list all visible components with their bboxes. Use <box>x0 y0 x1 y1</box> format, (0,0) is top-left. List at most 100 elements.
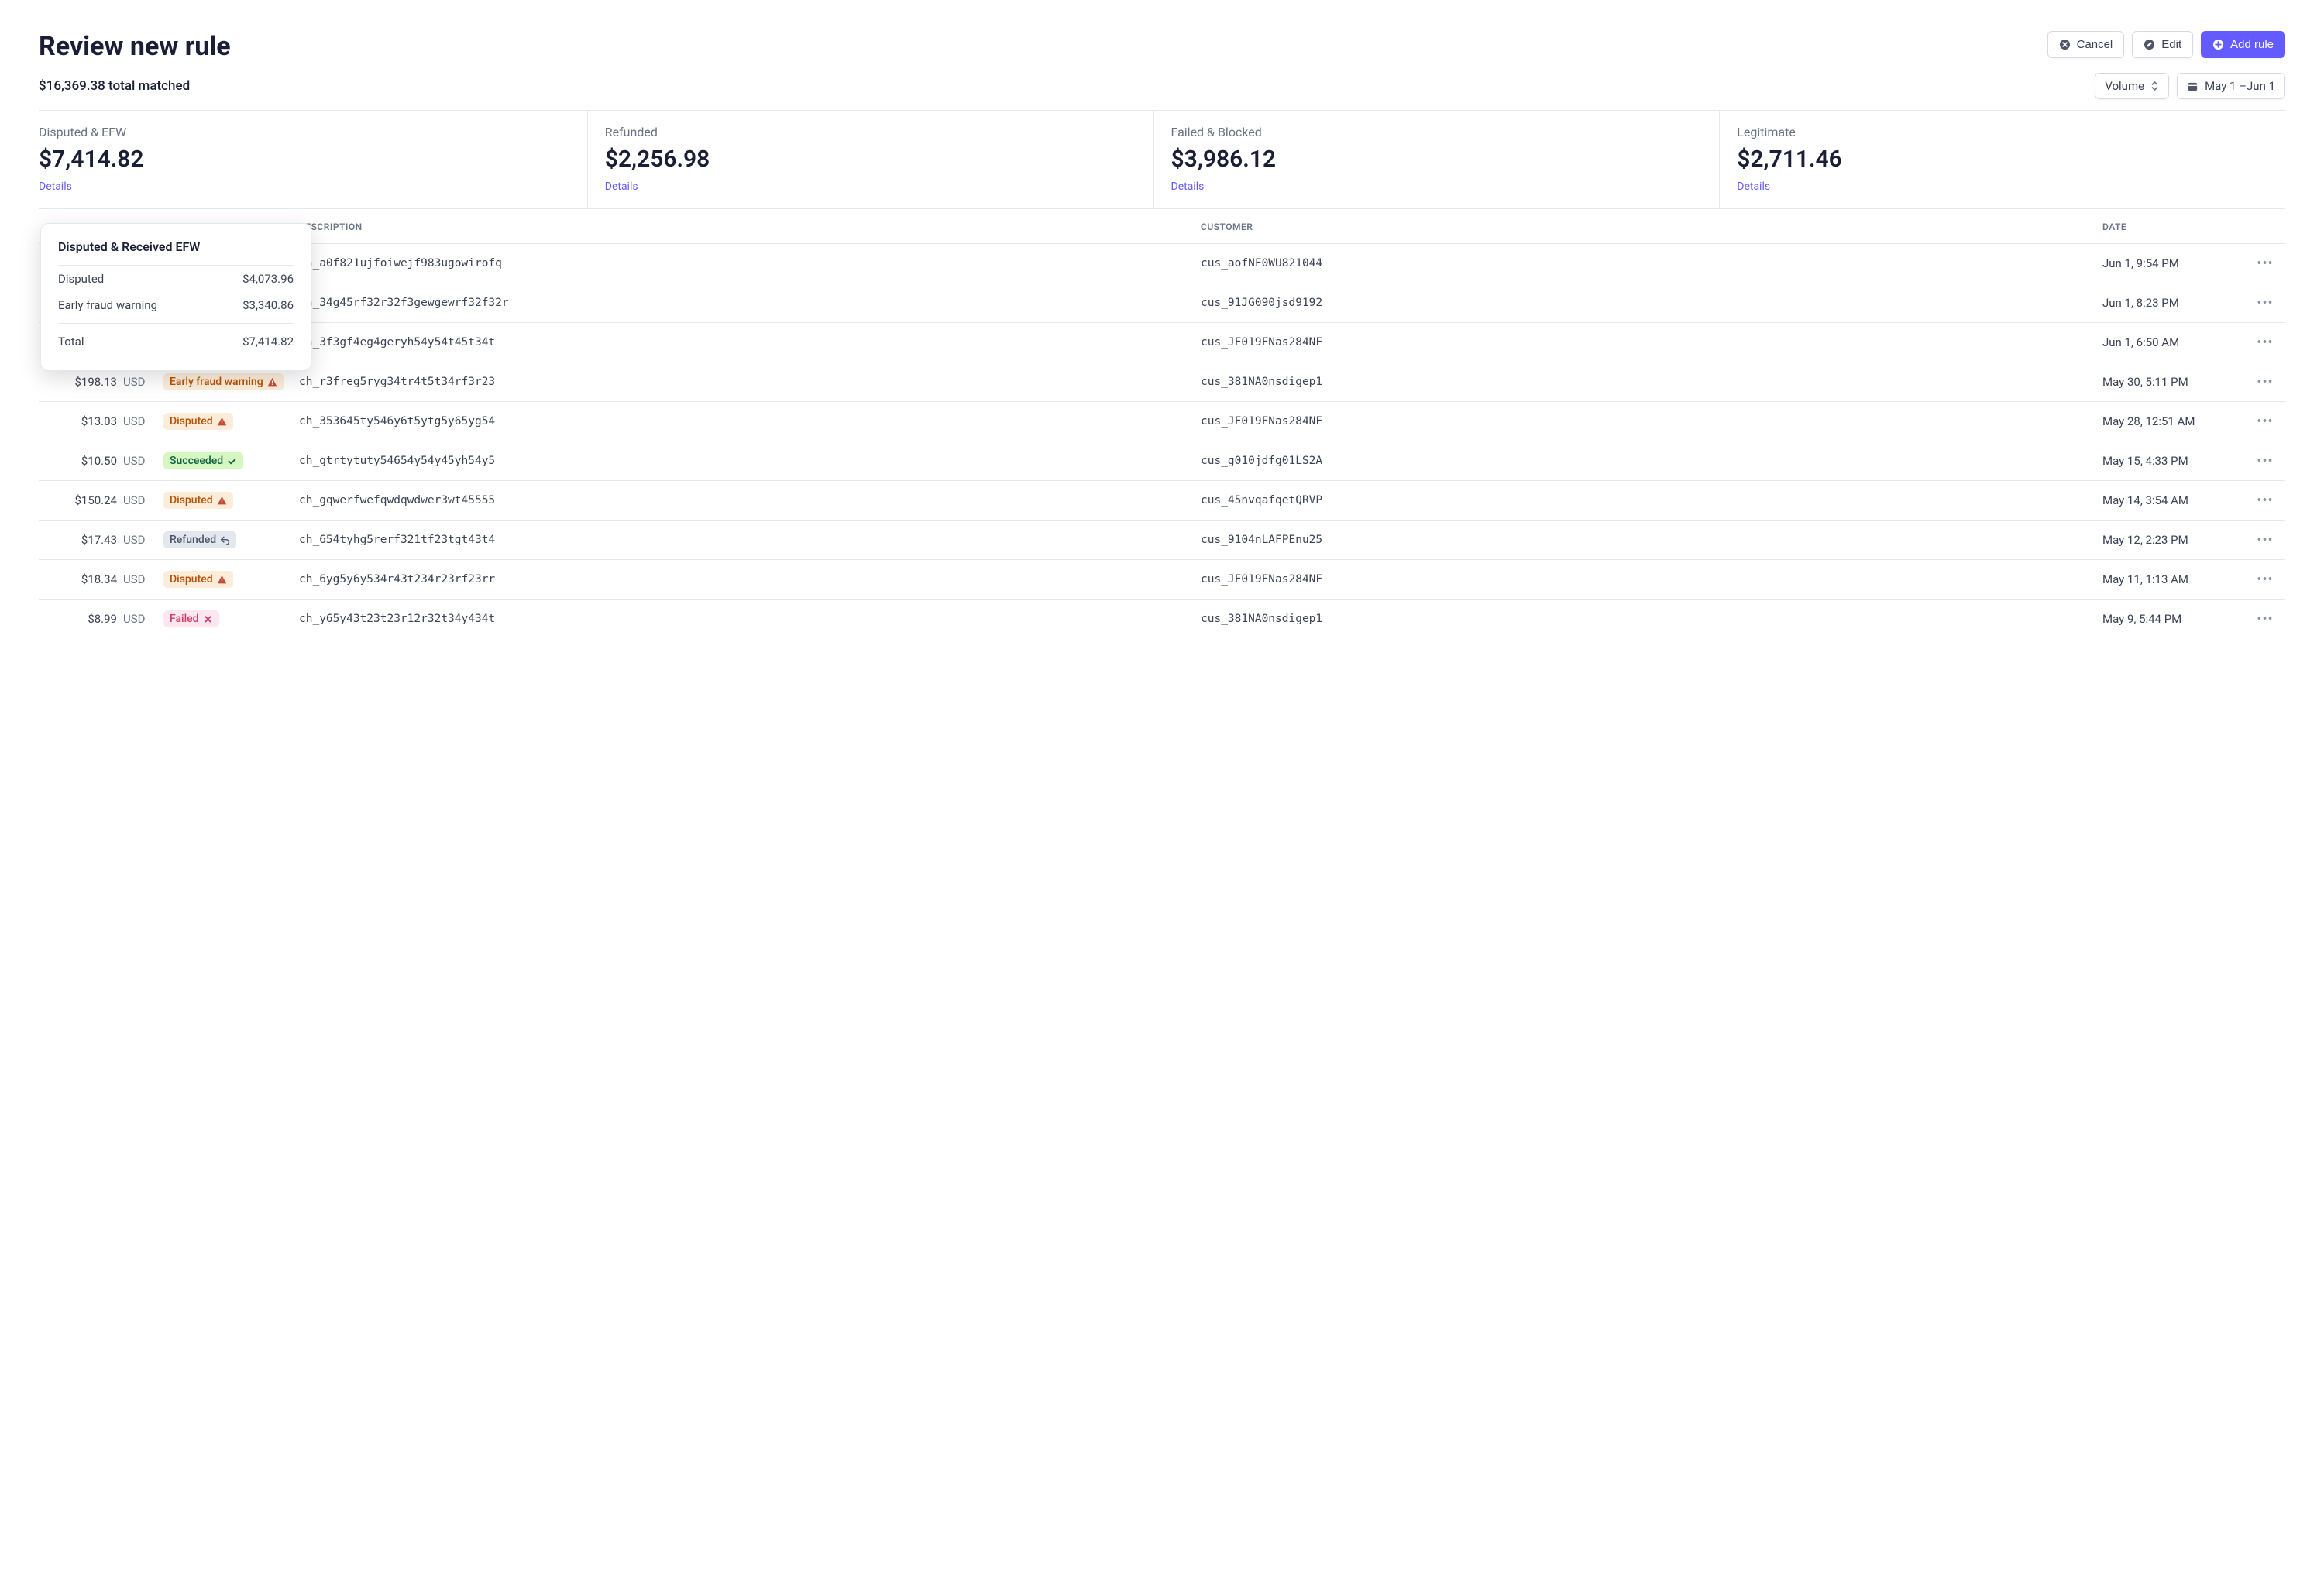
col-customer: CUSTOMER <box>1201 222 2102 232</box>
edit-label: Edit <box>2161 38 2181 51</box>
add-rule-button[interactable]: Add rule <box>2201 31 2285 58</box>
status-cell: Failed <box>163 610 299 627</box>
status-cell: Succeeded <box>163 452 299 469</box>
details-link[interactable]: Details <box>1737 180 2268 193</box>
amount-cell: $198.13 <box>43 375 117 389</box>
status-label: Disputed <box>170 573 213 586</box>
amount-cell: $17.43 <box>43 533 117 547</box>
row-more-button[interactable]: ••• <box>2250 611 2281 627</box>
status-label: Disputed <box>170 494 213 507</box>
currency-cell: USD <box>117 454 163 468</box>
date-range-label: May 1 –Jun 1 <box>2205 79 2275 93</box>
edit-icon <box>2144 39 2155 50</box>
cancel-label: Cancel <box>2077 38 2113 51</box>
card-disputed-efw: Disputed & EFW $7,414.82 Details <box>39 111 588 208</box>
card-label: Failed & Blocked <box>1171 125 1703 139</box>
row-more-button[interactable]: ••• <box>2250 532 2281 548</box>
table-row[interactable]: $8.99USDFailedch_y65y43t23t23r12r32t34y4… <box>39 600 2285 638</box>
calendar-icon <box>2187 81 2199 92</box>
table-row[interactable]: $17.43USDRefundedch_654tyhg5rerf321tf23t… <box>39 521 2285 560</box>
details-link[interactable]: Details <box>605 180 1136 193</box>
date-cell: May 28, 12:51 AM <box>2102 414 2250 428</box>
amount-cell: $13.03 <box>43 414 117 428</box>
table-row[interactable]: $16.38USDDisputedch_a0f821ujfoiwejf983ug… <box>39 244 2285 283</box>
more-icon: ••• <box>2257 374 2273 390</box>
customer-cell: cus_381NA0nsdigep1 <box>1201 613 2102 625</box>
card-failed-blocked: Failed & Blocked $3,986.12 Details <box>1154 111 1721 208</box>
more-icon: ••• <box>2257 532 2273 548</box>
description-cell: ch_gtrtytuty54654y54y45yh54y5 <box>299 455 1201 467</box>
status-badge: Disputed <box>163 413 233 430</box>
row-more-button[interactable]: ••• <box>2250 295 2281 311</box>
date-cell: May 15, 4:33 PM <box>2102 454 2250 468</box>
row-more-button[interactable]: ••• <box>2250 414 2281 430</box>
date-range-selector[interactable]: May 1 –Jun 1 <box>2177 73 2285 99</box>
popover-total-label: Total <box>58 335 84 349</box>
card-label: Refunded <box>605 125 1136 139</box>
status-label: Disputed <box>170 415 213 428</box>
status-cell: Disputed <box>163 492 299 509</box>
row-more-button[interactable]: ••• <box>2250 256 2281 272</box>
status-label: Succeeded <box>170 455 223 467</box>
currency-cell: USD <box>117 375 163 389</box>
row-more-button[interactable]: ••• <box>2250 453 2281 469</box>
table-row[interactable]: $10.50USD Succeeded ch_gtrtytuty54654y54y4… <box>39 441 2285 481</box>
currency-cell: USD <box>117 572 163 586</box>
table-header: AMOUNT DESCRIPTION CUSTOMER DATE <box>39 209 2285 244</box>
table-row[interactable]: $231.76USDDisputedch_3f3gf4eg4geryh54y54… <box>39 323 2285 362</box>
row-more-button[interactable]: ••• <box>2250 493 2281 509</box>
popover-total-value: $7,414.82 <box>242 335 294 349</box>
plus-icon <box>2212 39 2224 50</box>
cancel-button[interactable]: Cancel <box>2047 31 2125 58</box>
table-row[interactable]: $13.03USD Disputed ch_353645ty546y6t5ytg5y… <box>39 402 2285 441</box>
filter-bar: Volume May 1 –Jun 1 <box>2095 73 2285 99</box>
status-cell: Disputed <box>163 413 299 430</box>
date-cell: Jun 1, 9:54 PM <box>2102 256 2250 270</box>
table-row[interactable]: $198.13USDEarly fraud warningch_r3freg5r… <box>39 362 2285 402</box>
page-title: Review new rule <box>39 31 231 62</box>
description-cell: ch_353645ty546y6t5ytg5y65yg54 <box>299 415 1201 428</box>
date-cell: May 12, 2:23 PM <box>2102 533 2250 547</box>
description-cell: ch_y65y43t23t23r12r32t34y434t <box>299 613 1201 625</box>
row-more-button[interactable]: ••• <box>2250 335 2281 351</box>
add-rule-label: Add rule <box>2230 38 2274 51</box>
popover-total: Total $7,414.82 <box>58 323 294 355</box>
status-label: Early fraud warning <box>170 376 263 388</box>
details-link[interactable]: Details <box>39 180 570 193</box>
popover-row-label: Disputed <box>58 272 104 286</box>
failed-icon <box>203 614 213 624</box>
row-more-button[interactable]: ••• <box>2250 572 2281 588</box>
customer-cell: cus_381NA0nsdigep1 <box>1201 376 2102 388</box>
volume-selector[interactable]: Volume <box>2095 73 2169 99</box>
popover-row: Disputed $4,073.96 <box>58 266 294 292</box>
amount-cell: $10.50 <box>43 454 117 468</box>
popover-row-value: $4,073.96 <box>242 272 294 286</box>
table-row[interactable]: $150.24USDDisputedch_gqwerfwefqwdqwdwer3… <box>39 481 2285 521</box>
col-date: DATE <box>2102 222 2250 232</box>
table-row[interactable]: $8.31USDDisputedch_34g45rf32r32f3gewgewr… <box>39 283 2285 323</box>
popover-row: Early fraud warning $3,340.86 <box>58 292 294 318</box>
col-description: DESCRIPTION <box>299 222 1201 232</box>
status-badge: Disputed <box>163 492 233 509</box>
customer-cell: cus_91JG090jsd9192 <box>1201 297 2102 309</box>
card-refunded: Refunded $2,256.98 Details <box>588 111 1154 208</box>
more-icon: ••• <box>2257 295 2273 311</box>
table-row[interactable]: $18.34USDDisputedch_6yg5y6y534r43t234r23… <box>39 560 2285 600</box>
row-more-button[interactable]: ••• <box>2250 374 2281 390</box>
status-badge: Refunded <box>163 531 236 548</box>
disputed-icon <box>217 496 227 506</box>
amount-cell: $8.99 <box>43 612 117 626</box>
details-link[interactable]: Details <box>1171 180 1703 193</box>
currency-cell: USD <box>117 533 163 547</box>
date-cell: Jun 1, 6:50 AM <box>2102 335 2250 349</box>
edit-button[interactable]: Edit <box>2132 31 2193 58</box>
currency-cell: USD <box>117 414 163 428</box>
popover-title: Disputed & Received EFW <box>58 239 294 266</box>
card-label: Disputed & EFW <box>39 125 570 139</box>
disputed-icon <box>217 575 227 585</box>
status-badge: Disputed <box>163 571 233 588</box>
more-icon: ••• <box>2257 572 2273 588</box>
date-cell: May 11, 1:13 AM <box>2102 572 2250 586</box>
status-label: Failed <box>170 613 199 625</box>
customer-cell: cus_45nvqafqetQRVP <box>1201 494 2102 507</box>
